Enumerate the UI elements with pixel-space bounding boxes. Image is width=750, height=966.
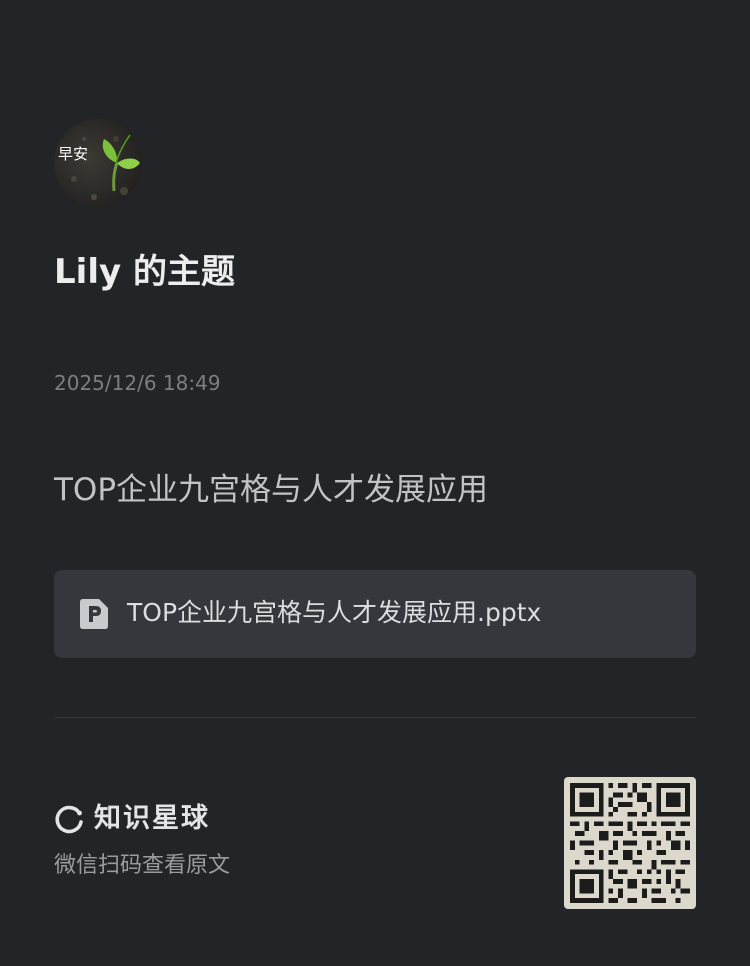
- seedling-avatar-icon: 早安: [58, 134, 140, 200]
- attachment-file-name: TOP企业九宫格与人才发展应用.pptx: [127, 598, 542, 627]
- attachment-card[interactable]: TOP企业九宫格与人才发展应用.pptx: [54, 570, 696, 658]
- qr-code: [564, 777, 696, 909]
- qr-code-icon: [570, 783, 690, 903]
- svg-text:早安: 早安: [58, 145, 88, 163]
- post-timestamp: 2025/12/6 18:49: [54, 371, 221, 395]
- post-content-title: TOP企业九宫格与人才发展应用: [54, 472, 489, 508]
- divider: [54, 717, 696, 718]
- ppt-file-icon: [80, 599, 108, 629]
- author-avatar[interactable]: 早安: [54, 119, 142, 207]
- brand-name: 知识星球: [94, 803, 210, 834]
- topic-title: Lily 的主题: [54, 252, 235, 292]
- planet-circle-icon: [55, 805, 83, 834]
- brand-logo: 知识星球: [54, 801, 210, 837]
- scan-hint: 微信扫码查看原文: [54, 853, 231, 878]
